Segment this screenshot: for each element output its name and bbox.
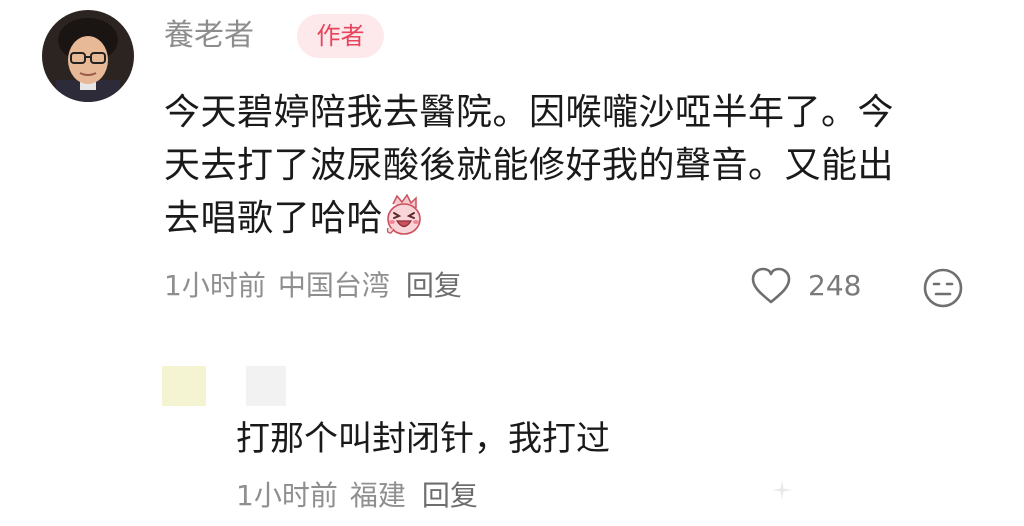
author-avatar[interactable] xyxy=(42,10,134,102)
author-badge: 作者 xyxy=(297,14,384,58)
reply-location: 福建 xyxy=(349,479,406,512)
comment-location: 中国台湾 xyxy=(277,269,390,302)
reply-button[interactable]: 回复 xyxy=(406,269,462,302)
comment-meta: 1小时前 中国台湾 回复 xyxy=(164,268,474,304)
comment-line-3-text: 去唱歌了哈哈 xyxy=(164,198,384,239)
dislike-button[interactable] xyxy=(922,267,964,313)
author-username[interactable]: 養老者 xyxy=(164,16,254,56)
reply-time: 1小时前 xyxy=(236,479,338,512)
comment-line-1: 今天碧婷陪我去醫院。因喉嚨沙啞半年了。今 xyxy=(164,92,895,133)
reply-reply-button[interactable]: 回复 xyxy=(422,479,478,512)
reply-text: 打那个叫封闭针，我打过 xyxy=(236,419,610,459)
comment-text: 今天碧婷陪我去醫院。因喉嚨沙啞半年了。今 天去打了波尿酸後就能修好我的聲音。又能… xyxy=(164,86,964,245)
comment-line-2: 天去打了波尿酸後就能修好我的聲音。又能出 xyxy=(164,145,895,186)
replier-username-redacted xyxy=(246,366,286,406)
heart-icon xyxy=(751,267,791,304)
sparkle-icon xyxy=(770,478,794,506)
comment-line-3: 去唱歌了哈哈 xyxy=(164,192,964,245)
like-count: 248 xyxy=(808,269,862,302)
reply-meta: 1小时前 福建 回复 xyxy=(236,478,490,514)
comment-time: 1小时前 xyxy=(164,269,266,302)
neutral-face-icon xyxy=(923,268,963,308)
laughing-sticker-icon xyxy=(385,193,423,236)
replier-avatar[interactable] xyxy=(162,366,206,406)
like-button[interactable]: 248 xyxy=(750,266,861,306)
